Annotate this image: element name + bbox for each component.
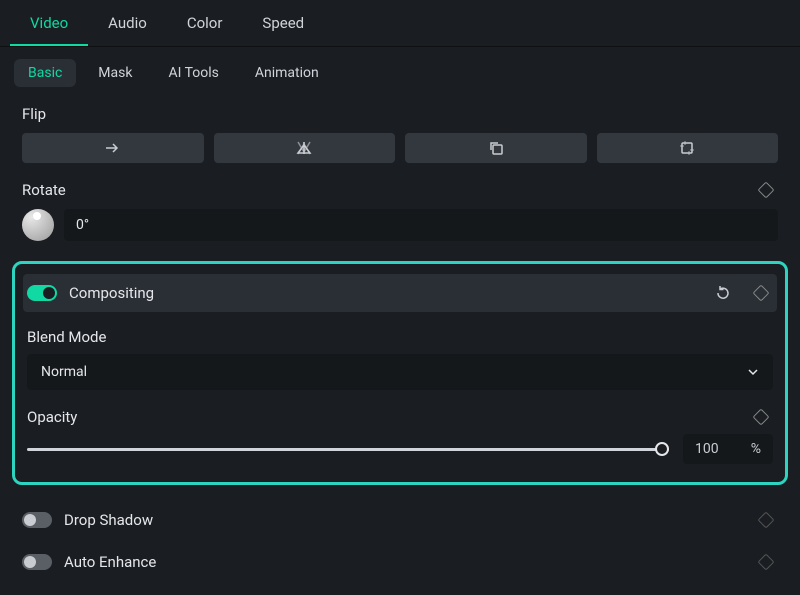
sub-tabs: Basic Mask AI Tools Animation xyxy=(0,47,800,99)
compositing-toggle[interactable] xyxy=(27,285,57,301)
drop-shadow-label: Drop Shadow xyxy=(64,511,742,529)
copy-button[interactable] xyxy=(405,133,587,163)
auto-enhance-toggle[interactable] xyxy=(22,554,52,570)
slider-thumb[interactable] xyxy=(655,442,669,456)
compositing-keyframe-button[interactable] xyxy=(749,287,773,299)
subtab-basic[interactable]: Basic xyxy=(14,59,76,87)
compositing-reset-button[interactable] xyxy=(709,285,737,301)
drop-shadow-keyframe-button[interactable] xyxy=(754,514,778,526)
diamond-icon xyxy=(758,554,775,571)
crop-icon xyxy=(679,140,695,156)
chevron-down-icon xyxy=(747,366,759,378)
blend-mode-label: Blend Mode xyxy=(27,328,773,346)
blend-mode-value: Normal xyxy=(41,364,87,380)
flip-vertical-icon xyxy=(295,141,313,155)
tab-video[interactable]: Video xyxy=(10,0,88,46)
rotate-knob[interactable] xyxy=(22,209,54,241)
tab-speed[interactable]: Speed xyxy=(242,0,324,46)
diamond-icon xyxy=(753,285,770,302)
flip-horizontal-icon xyxy=(105,141,121,155)
opacity-slider[interactable] xyxy=(27,439,669,459)
crop-button[interactable] xyxy=(597,133,779,163)
diamond-icon xyxy=(758,182,775,199)
subtab-mask[interactable]: Mask xyxy=(84,59,146,87)
flip-horizontal-button[interactable] xyxy=(22,133,204,163)
auto-enhance-keyframe-button[interactable] xyxy=(754,556,778,568)
drop-shadow-toggle[interactable] xyxy=(22,512,52,528)
flip-buttons xyxy=(22,133,778,163)
copy-icon xyxy=(488,140,504,156)
opacity-value: 100 xyxy=(695,441,719,457)
rotate-value-input[interactable]: 0° xyxy=(64,209,778,241)
rotate-label: Rotate xyxy=(22,181,66,199)
diamond-icon xyxy=(753,409,770,426)
tab-audio[interactable]: Audio xyxy=(88,0,167,46)
flip-label: Flip xyxy=(22,105,778,123)
opacity-keyframe-button[interactable] xyxy=(749,411,773,423)
reset-icon xyxy=(715,285,731,301)
auto-enhance-label: Auto Enhance xyxy=(64,553,742,571)
opacity-value-input[interactable]: 100 % xyxy=(683,434,773,464)
blend-mode-select[interactable]: Normal xyxy=(27,354,773,390)
opacity-unit: % xyxy=(751,441,761,457)
compositing-label: Compositing xyxy=(69,284,697,302)
main-tabs: Video Audio Color Speed xyxy=(0,0,800,47)
flip-vertical-button[interactable] xyxy=(214,133,396,163)
diamond-icon xyxy=(758,512,775,529)
subtab-animation[interactable]: Animation xyxy=(241,59,333,87)
slider-track xyxy=(27,448,669,451)
tab-color[interactable]: Color xyxy=(167,0,243,46)
subtab-ai-tools[interactable]: AI Tools xyxy=(154,59,232,87)
rotate-keyframe-button[interactable] xyxy=(754,184,778,196)
compositing-highlight: Compositing Blend Mode Normal Opacity xyxy=(12,261,788,485)
opacity-label: Opacity xyxy=(27,408,77,426)
